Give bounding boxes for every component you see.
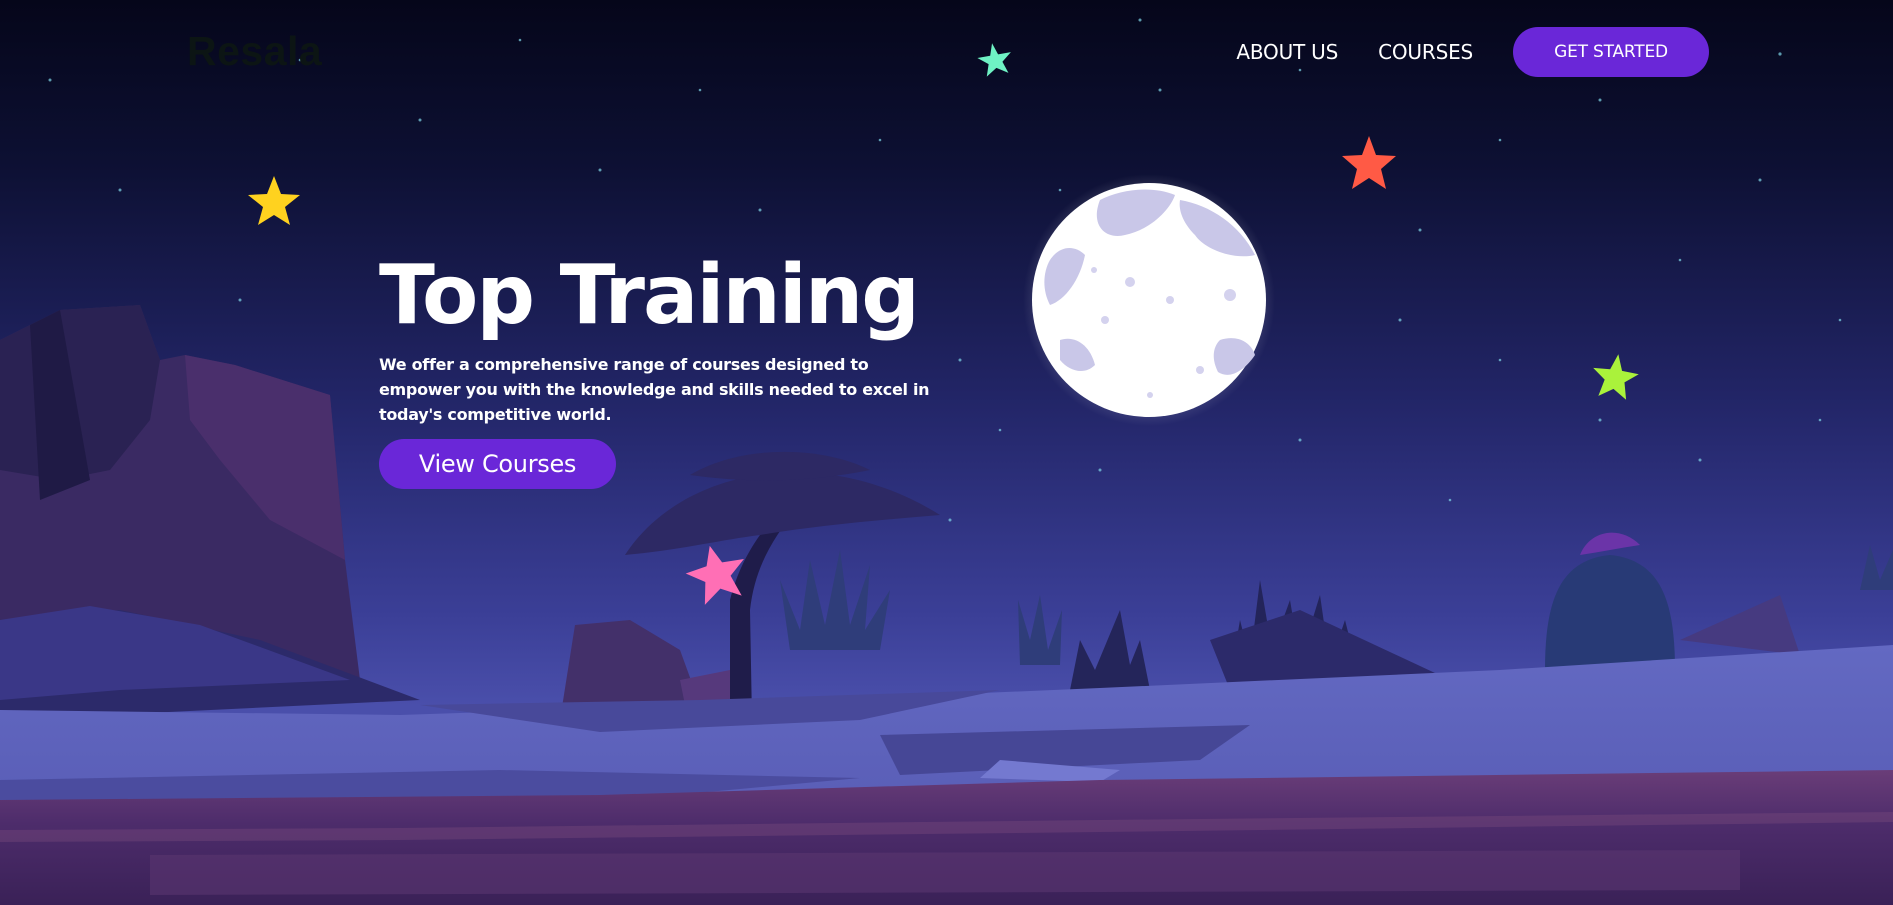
view-courses-button[interactable]: View Courses bbox=[379, 439, 616, 489]
nav-courses-link[interactable]: COURSES bbox=[1378, 40, 1473, 64]
moon-illustration bbox=[1023, 174, 1275, 426]
hero-title: Top Training bbox=[379, 248, 920, 343]
night-desert-background bbox=[0, 0, 1893, 905]
get-started-button[interactable]: GET STARTED bbox=[1513, 27, 1709, 77]
hero-description: We offer a comprehensive range of course… bbox=[379, 355, 930, 424]
hero-section: Top Training We offer a comprehensive ra… bbox=[379, 250, 939, 489]
landing-page: Resala ABOUT US COURSES GET STARTED Top … bbox=[0, 0, 1893, 905]
top-navigation: ABOUT US COURSES GET STARTED bbox=[1236, 27, 1709, 77]
brand-logo[interactable]: Resala bbox=[187, 28, 322, 75]
nav-about-us-link[interactable]: ABOUT US bbox=[1236, 40, 1338, 64]
